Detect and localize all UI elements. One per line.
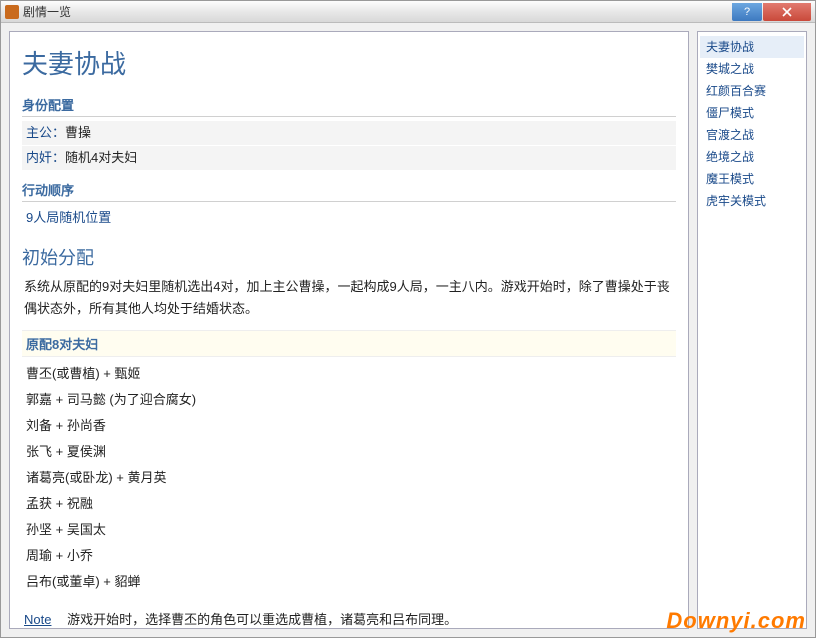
couples-heading: 原配8对夫妇 bbox=[22, 330, 676, 357]
identity-row: 主公：曹操 bbox=[22, 121, 676, 145]
note-row: Note 游戏开始时，选择曹丕的角色可以重选成曹植，诸葛亮和吕布同理。 bbox=[24, 609, 674, 628]
couple-item: 刘备 + 孙尚香 bbox=[22, 413, 676, 439]
page-title: 夫妻协战 bbox=[22, 44, 676, 81]
couple-item: 吕布(或董卓) + 貂蝉 bbox=[22, 569, 676, 595]
sidebar-item[interactable]: 红颜百合赛 bbox=[700, 80, 804, 102]
couple-item: 诸葛亮(或卧龙) + 黄月英 bbox=[22, 465, 676, 491]
note-text: 游戏开始时，选择曹丕的角色可以重选成曹植，诸葛亮和吕布同理。 bbox=[67, 612, 457, 627]
couple-item: 孙坚 + 吴国太 bbox=[22, 517, 676, 543]
close-icon bbox=[782, 7, 792, 17]
sidebar-item[interactable]: 绝境之战 bbox=[700, 146, 804, 168]
init-heading: 初始分配 bbox=[22, 244, 676, 270]
couple-item: 郭嘉 + 司马懿 (为了迎合腐女) bbox=[22, 387, 676, 413]
couple-item: 周瑜 + 小乔 bbox=[22, 543, 676, 569]
content-area: 夫妻协战 身份配置 主公：曹操 内奸：随机4对夫妇 行动顺序 9人局随机位置 初… bbox=[1, 23, 815, 637]
order-text: 9人局随机位置 bbox=[22, 206, 676, 230]
identity-key: 主公： bbox=[26, 125, 65, 140]
identity-val: 曹操 bbox=[65, 125, 91, 140]
couple-item: 曹丕(或曹植) + 甄姬 bbox=[22, 361, 676, 387]
couple-item: 张飞 + 夏侯渊 bbox=[22, 439, 676, 465]
sidebar-item[interactable]: 樊城之战 bbox=[700, 58, 804, 80]
identity-heading: 身份配置 bbox=[22, 95, 676, 117]
identity-key: 内奸： bbox=[26, 150, 65, 165]
sidebar-item[interactable]: 僵尸模式 bbox=[700, 102, 804, 124]
sidebar-item[interactable]: 虎牢关模式 bbox=[700, 190, 804, 212]
app-window: 剧情一览 ? 夫妻协战 身份配置 主公：曹操 内奸：随机4对夫妇 行动顺序 9人… bbox=[0, 0, 816, 638]
order-heading: 行动顺序 bbox=[22, 180, 676, 202]
main-panel: 夫妻协战 身份配置 主公：曹操 内奸：随机4对夫妇 行动顺序 9人局随机位置 初… bbox=[9, 31, 689, 629]
note-label[interactable]: Note bbox=[24, 612, 51, 627]
window-title: 剧情一览 bbox=[23, 3, 731, 20]
identity-val: 随机4对夫妇 bbox=[65, 150, 137, 165]
app-icon bbox=[5, 5, 19, 19]
close-button[interactable] bbox=[763, 3, 811, 21]
init-paragraph: 系统从原配的9对夫妇里随机选出4对，加上主公曹操，一起构成9人局，一主八内。游戏… bbox=[24, 276, 674, 320]
titlebar: 剧情一览 ? bbox=[1, 1, 815, 23]
couple-item: 孟获 + 祝融 bbox=[22, 491, 676, 517]
watermark: Downyi.com bbox=[666, 608, 806, 634]
window-controls: ? bbox=[731, 3, 811, 21]
help-button[interactable]: ? bbox=[732, 3, 762, 21]
sidebar-item[interactable]: 夫妻协战 bbox=[700, 36, 804, 58]
sidebar-item[interactable]: 官渡之战 bbox=[700, 124, 804, 146]
identity-row: 内奸：随机4对夫妇 bbox=[22, 146, 676, 170]
sidebar-item[interactable]: 魔王模式 bbox=[700, 168, 804, 190]
sidebar: 夫妻协战 樊城之战 红颜百合赛 僵尸模式 官渡之战 绝境之战 魔王模式 虎牢关模… bbox=[697, 31, 807, 629]
